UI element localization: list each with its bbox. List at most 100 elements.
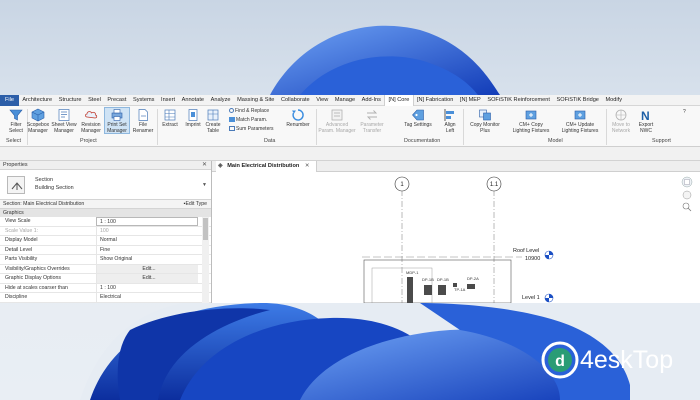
property-row: Display Model Normal <box>0 236 211 246</box>
property-row: Graphic Display Options Edit... <box>0 274 211 284</box>
export-nwc-button[interactable]: N Export NWC <box>634 108 658 135</box>
property-row: Visibility/Graphics Overrides Edit... <box>0 264 211 274</box>
ribbon-tab-n-core[interactable]: [N] Core <box>384 95 414 106</box>
help-icon[interactable]: ? <box>683 109 686 116</box>
type-family-name: Section <box>35 177 53 183</box>
print-set-manager-button[interactable]: Print Set Manager <box>104 107 130 134</box>
property-rows: View Scale 1 : 100 Scale Value 1: 100 Disp… <box>0 217 211 303</box>
ribbon-tab-steel[interactable]: Steel <box>85 95 104 106</box>
ribbon-separator <box>316 109 317 145</box>
align-left-icon <box>444 109 454 121</box>
instance-filter[interactable]: Section: Main Electrical Distribution ▪E… <box>0 200 211 209</box>
equipment-panel <box>467 284 475 289</box>
edit-vg-overrides-button[interactable]: Edit... <box>96 264 198 273</box>
view-cube-icon[interactable] <box>681 176 693 188</box>
network-icon <box>615 109 627 121</box>
ribbon-tab-sofistik-bridge[interactable]: SOFiSTiK Bridge <box>553 95 602 106</box>
property-row: Hide at scales coarser than 1 : 100 <box>0 283 211 293</box>
ribbon-tab-sofistik-reinforcement[interactable]: SOFiSTiK Reinforcement <box>484 95 553 106</box>
tag-settings-button[interactable]: Tag Settings <box>400 108 436 129</box>
match-param-button[interactable]: Match Param. <box>229 117 267 124</box>
scrollbar-thumb[interactable] <box>203 218 208 240</box>
close-icon[interactable]: ✕ <box>202 161 207 170</box>
create-table-icon <box>207 109 219 121</box>
level-name: Roof Level <box>513 248 539 254</box>
parameter-transfer-button[interactable]: Parameter Transfer <box>357 108 387 135</box>
tab-main-electrical-distribution[interactable]: ◈ Main Electrical Distribution ✕ <box>216 161 317 172</box>
cube-icon <box>31 108 45 122</box>
group-label-model: Model <box>548 138 563 144</box>
imprint-icon <box>188 109 198 121</box>
renumber-button[interactable]: Renumber <box>283 108 313 129</box>
copy-monitor-plus-button[interactable]: Copy Monitor Plus <box>465 108 505 135</box>
level-head-icon <box>544 293 554 303</box>
revision-manager-button[interactable]: Revision Manager <box>78 108 104 135</box>
edit-type-button[interactable]: ▪Edit Type <box>184 200 207 209</box>
equipment-panel <box>424 285 432 295</box>
ribbon-tab-n-fabrication[interactable]: [N] Fabrication <box>414 95 457 106</box>
align-left-button[interactable]: Align Left <box>438 108 462 135</box>
ribbon-tab-precast[interactable]: Precast <box>104 95 130 106</box>
site-watermark: d 4eskTop <box>540 336 700 384</box>
navigation-bar <box>680 176 694 216</box>
ribbon-tab-annotate[interactable]: Annotate <box>178 95 207 106</box>
section-icon <box>7 176 25 194</box>
find-replace-button[interactable]: Find & Replace <box>229 108 269 115</box>
cm-copy-lighting-fixtures-button[interactable]: CM+ Copy Lighting Fixtures <box>508 108 554 135</box>
drawing-canvas[interactable]: 1 1.1 Roof Level 10900 MDP-1 DP-1B DP-1B… <box>212 172 700 303</box>
ribbon-tab-add-ins[interactable]: Add-Ins <box>358 95 384 106</box>
group-label-data: Data <box>264 138 276 144</box>
sheet-view-manager-button[interactable]: Sheet View Manager <box>51 108 77 135</box>
revit-window: File Architecture Structure Steel Precast Sys… <box>0 95 700 303</box>
ribbon-tab-systems[interactable]: Systems <box>130 95 158 106</box>
zoom-icon[interactable] <box>682 202 692 212</box>
view-tab-bar: ◈ Main Electrical Distribution ✕ <box>212 161 700 172</box>
transfer-icon <box>366 110 378 120</box>
advanced-param-manager-button[interactable]: Advanced Param. Manager <box>318 108 356 135</box>
close-tab-icon[interactable]: ✕ <box>305 163 310 169</box>
ribbon-tab-analyze[interactable]: Analyze <box>207 95 234 106</box>
equipment-tag: DP-1B <box>422 277 434 282</box>
property-row: Scale Value 1: 100 <box>0 226 211 236</box>
steering-wheel-icon[interactable] <box>682 190 692 200</box>
equipment-tag: MDP-1 <box>406 270 419 275</box>
type-selector[interactable]: Section Building Section ▼ <box>0 170 211 200</box>
group-label-support: Support <box>652 138 671 144</box>
chevron-down-icon: ▼ <box>202 182 207 188</box>
tag-icon <box>412 109 424 121</box>
move-to-network-button[interactable]: Move to Network <box>608 108 634 135</box>
file-icon <box>138 109 148 121</box>
lighting-copy-icon <box>525 110 537 120</box>
watermark-text: 4eskTop <box>580 346 674 374</box>
ribbon-tab-file[interactable]: File <box>0 95 20 106</box>
group-label-select: Select <box>6 138 21 144</box>
ribbon-tab-massing-site[interactable]: Massing & Site <box>234 95 278 106</box>
category-graphics[interactable]: Graphics <box>0 209 211 217</box>
match-icon <box>229 117 235 123</box>
edit-graphic-display-button[interactable]: Edit... <box>96 274 198 283</box>
renumber-icon <box>292 109 304 121</box>
ribbon-tab-manage[interactable]: Manage <box>332 95 359 106</box>
properties-scrollbar[interactable] <box>202 217 209 303</box>
scopebox-manager-button[interactable]: Scopebox Manager <box>25 108 51 135</box>
ribbon-tab-architecture[interactable]: Architecture <box>19 95 55 106</box>
property-row: View Scale 1 : 100 <box>0 217 211 227</box>
ribbon-tab-collaborate[interactable]: Collaborate <box>278 95 313 106</box>
level-elevation: 10900 <box>525 256 540 262</box>
cm-update-lighting-fixtures-button[interactable]: CM+ Update Lighting Fixtures <box>556 108 604 135</box>
watermark-logo-icon: d <box>541 341 579 379</box>
ribbon-tab-insert[interactable]: Insert <box>158 95 179 106</box>
grid-label: 1.1 <box>490 182 499 188</box>
filter-icon <box>9 109 23 121</box>
file-renamer-button[interactable]: File Renamer <box>130 108 156 135</box>
ribbon-tab-n-mep[interactable]: [N] MEP <box>457 95 484 106</box>
ribbon-tab-modify[interactable]: Modify <box>602 95 625 106</box>
ribbon-tab-bar: File Architecture Structure Steel Precast Sys… <box>0 95 700 106</box>
sum-parameters-button[interactable]: Sum Parameters <box>229 126 274 133</box>
property-row: Discipline Electrical <box>0 293 211 303</box>
sheet-icon <box>58 109 70 121</box>
ribbon-tab-structure[interactable]: Structure <box>55 95 84 106</box>
ribbon-tab-view[interactable]: View <box>313 95 332 106</box>
properties-panel: Properties ✕ Section Building Section ▼ … <box>0 161 212 303</box>
create-table-button[interactable]: Create Table <box>200 108 226 135</box>
